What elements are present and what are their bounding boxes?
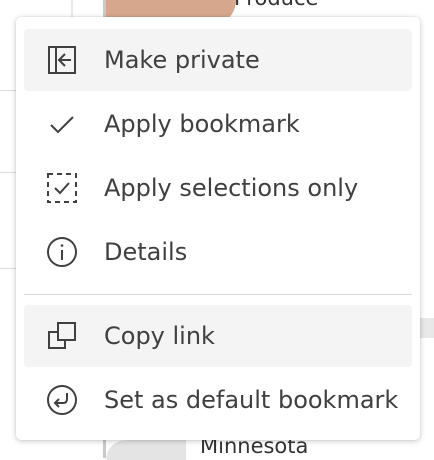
menu-item-label: Copy link <box>104 322 215 350</box>
background-block <box>420 318 434 338</box>
menu-item-label: Details <box>104 238 188 266</box>
menu-item-details[interactable]: Details <box>24 221 412 283</box>
menu-item-label: Apply selections only <box>104 174 359 202</box>
menu-item-set-default-bookmark[interactable]: Set as default bookmark <box>24 369 412 431</box>
menu-item-copy-link[interactable]: Copy link <box>24 305 412 367</box>
make-private-icon <box>46 44 78 76</box>
bookmark-context-menu: Make private Apply bookmark Apply select… <box>16 17 420 440</box>
info-icon <box>46 236 78 268</box>
menu-item-apply-selections-only[interactable]: Apply selections only <box>24 157 412 219</box>
menu-item-label: Set as default bookmark <box>104 386 399 414</box>
copy-link-icon <box>46 320 78 352</box>
menu-item-apply-bookmark[interactable]: Apply bookmark <box>24 93 412 155</box>
dashed-check-icon <box>46 172 78 204</box>
background-image <box>106 440 186 460</box>
menu-item-label: Apply bookmark <box>104 110 300 138</box>
menu-item-label: Make private <box>104 46 260 74</box>
checkmark-icon <box>46 108 78 140</box>
background-label-top: Produce <box>234 0 318 10</box>
menu-item-make-private[interactable]: Make private <box>24 29 412 91</box>
set-default-icon <box>46 384 78 416</box>
menu-divider <box>24 294 412 295</box>
